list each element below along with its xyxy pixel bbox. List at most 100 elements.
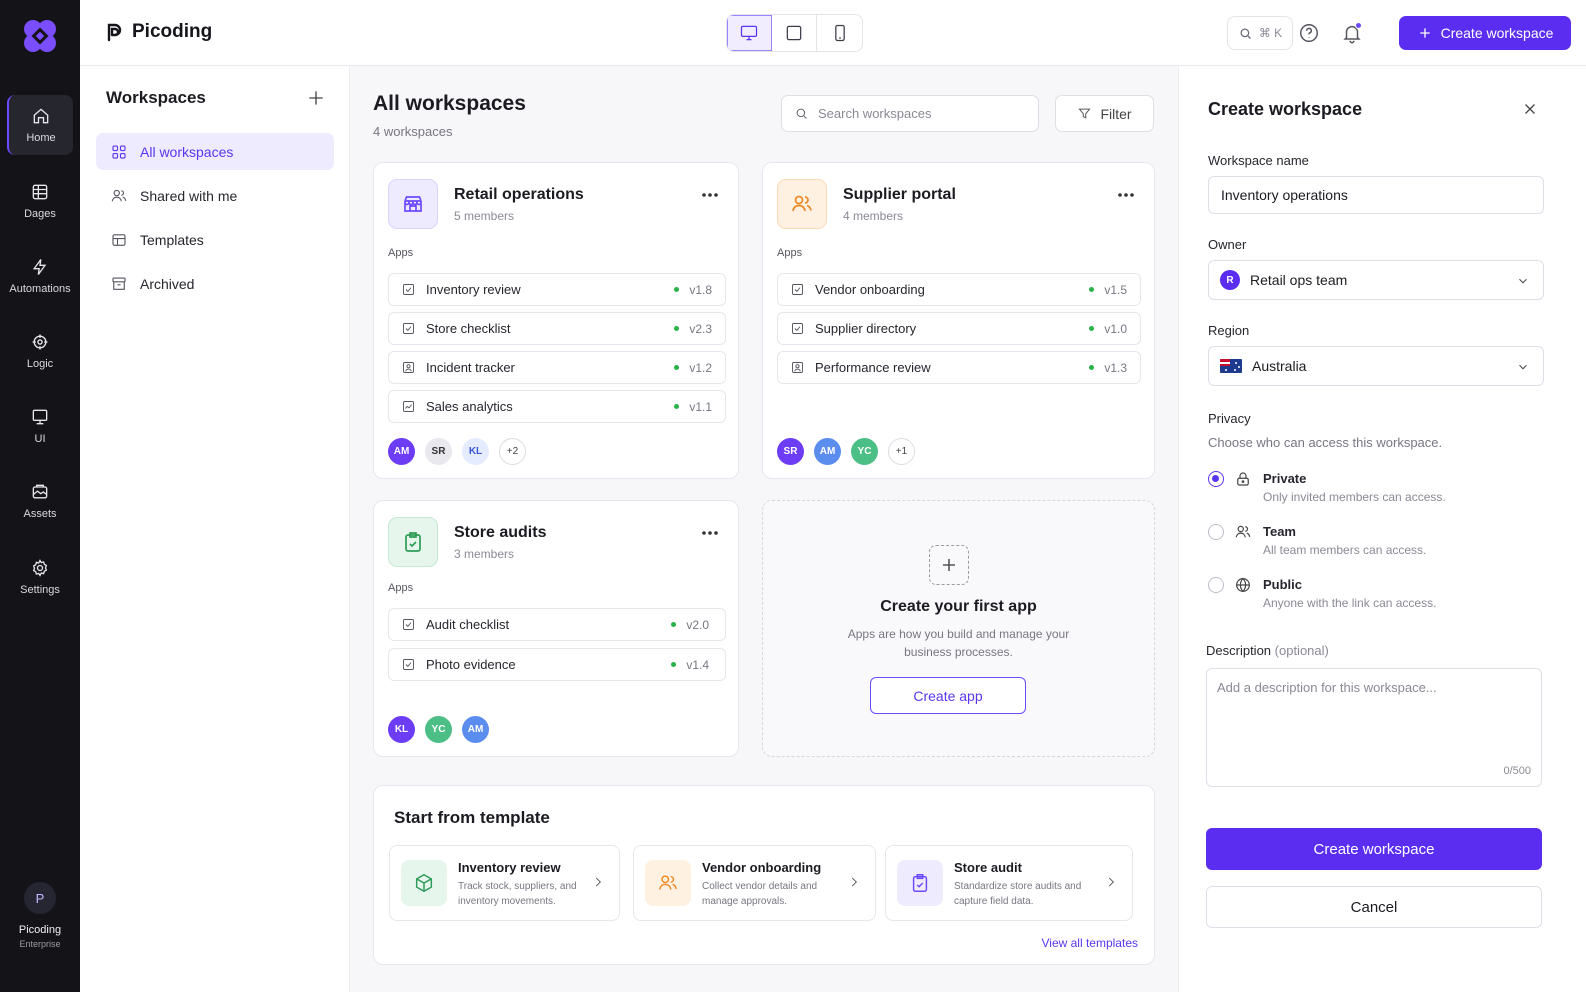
- avatar[interactable]: SR: [425, 438, 452, 465]
- checkbox-icon: [403, 659, 414, 670]
- workspace-card-store-audits[interactable]: Store audits 3 members Apps Audit checkl…: [373, 500, 739, 757]
- rail-item-automations[interactable]: Automations: [7, 246, 73, 306]
- app-row[interactable]: Inventory review v1.8: [388, 273, 726, 306]
- globe-icon: [1234, 576, 1252, 594]
- workspace-card-supplier-portal[interactable]: Supplier portal 4 members Apps Vendor on…: [762, 162, 1155, 479]
- brand-name: Picoding: [132, 21, 213, 42]
- app-row[interactable]: Sales analytics v1.1: [388, 390, 726, 423]
- workspace-members: 5 members: [454, 209, 515, 223]
- version-text: v1.0: [1104, 321, 1127, 336]
- app-row[interactable]: Supplier directory v1.0: [777, 312, 1141, 345]
- sidebar-item-templates[interactable]: Templates: [96, 221, 334, 258]
- help-icon: [1300, 24, 1318, 42]
- more-members-badge[interactable]: +2: [499, 438, 526, 465]
- tablet-view-button[interactable]: [772, 15, 817, 51]
- store-icon: [388, 179, 438, 229]
- sidebar-item-shared[interactable]: Shared with me: [96, 177, 334, 214]
- brand[interactable]: Picoding: [104, 21, 212, 43]
- app-row[interactable]: Vendor onboarding v1.5: [777, 273, 1141, 306]
- rail-item-dages[interactable]: Dages: [7, 171, 73, 231]
- view-all-templates-link[interactable]: View all templates: [1042, 936, 1139, 950]
- empty-title: Create your first app: [880, 598, 1037, 615]
- more-options-button[interactable]: [700, 185, 720, 205]
- privacy-option-public[interactable]: Public Anyone with the link can access.: [1208, 575, 1548, 615]
- option-title: Public: [1263, 577, 1303, 592]
- app-row[interactable]: Incident tracker v1.2: [388, 351, 726, 384]
- desktop-view-button[interactable]: [727, 15, 772, 51]
- avatar[interactable]: YC: [851, 438, 878, 465]
- add-icon: [929, 545, 969, 585]
- rail-item-assets[interactable]: Assets: [7, 471, 73, 531]
- users-icon: [777, 179, 827, 229]
- workspace-name: Retail operations: [454, 186, 584, 203]
- avatar[interactable]: SR: [777, 438, 804, 465]
- version-text: v1.8: [689, 282, 712, 297]
- close-panel-button[interactable]: [1521, 100, 1539, 118]
- filter-button[interactable]: Filter: [1055, 95, 1154, 132]
- more-options-button[interactable]: [700, 523, 720, 543]
- cancel-button[interactable]: Cancel: [1206, 886, 1542, 928]
- avatar[interactable]: AM: [462, 716, 489, 743]
- more-members-badge[interactable]: +1: [888, 438, 915, 465]
- rail-item-logic[interactable]: Logic: [7, 321, 73, 381]
- mobile-view-button[interactable]: [817, 15, 862, 51]
- app-row[interactable]: Photo evidence v1.4: [388, 648, 726, 681]
- privacy-option-team[interactable]: Team All team members can access.: [1208, 522, 1548, 562]
- workspace-card-retail-operations[interactable]: Retail operations 5 members Apps Invento…: [373, 162, 739, 479]
- create-workspace-button[interactable]: Create workspace: [1399, 16, 1571, 50]
- radio-button[interactable]: [1208, 471, 1224, 487]
- logic-icon: [32, 334, 48, 350]
- radio-button[interactable]: [1208, 577, 1224, 593]
- top-bar: Picoding ⌘ K Create workspace: [80, 0, 1586, 66]
- avatar[interactable]: AM: [814, 438, 841, 465]
- status-dot: [674, 404, 680, 409]
- avatar[interactable]: YC: [425, 716, 452, 743]
- create-app-button[interactable]: Create app: [870, 677, 1026, 714]
- apps-label: Apps: [777, 247, 803, 259]
- avatar[interactable]: KL: [388, 716, 415, 743]
- app-logo[interactable]: [22, 18, 58, 54]
- checkbox-icon: [792, 323, 803, 334]
- app-row[interactable]: Performance review v1.3: [777, 351, 1141, 384]
- app-row[interactable]: Store checklist v2.3: [388, 312, 726, 345]
- privacy-option-private[interactable]: Private Only invited members can access.: [1208, 469, 1548, 509]
- search-input[interactable]: [818, 106, 1018, 121]
- chevron-down-icon: [1516, 274, 1530, 288]
- rail-item-home[interactable]: Home: [7, 95, 73, 155]
- command-search-button[interactable]: ⌘ K: [1227, 16, 1293, 50]
- apps-label: Apps: [388, 582, 414, 594]
- rail-item-settings[interactable]: Settings: [7, 547, 73, 607]
- rail-user[interactable]: P Picoding Enterprise: [0, 882, 80, 949]
- region-select[interactable]: Australia: [1208, 346, 1544, 386]
- create-workspace-submit-button[interactable]: Create workspace: [1206, 828, 1542, 870]
- app-name: Audit checklist: [426, 617, 510, 632]
- template-card-inventory-review[interactable]: Inventory review Track stock, suppliers,…: [389, 845, 620, 921]
- lightning-icon: [32, 259, 47, 275]
- sidebar-item-archived[interactable]: Archived: [96, 265, 334, 302]
- avatar[interactable]: AM: [388, 438, 415, 465]
- description-label-text: Description: [1206, 643, 1272, 658]
- template-card-store-audit[interactable]: Store audit Standardize store audits and…: [885, 845, 1133, 921]
- template-card-vendor-onboarding[interactable]: Vendor onboarding Collect vendor details…: [633, 845, 876, 921]
- radio-button[interactable]: [1208, 524, 1224, 540]
- more-options-button[interactable]: [1116, 185, 1136, 205]
- add-workspace-button[interactable]: [306, 88, 326, 108]
- rail-item-ui[interactable]: UI: [7, 396, 73, 456]
- app-row[interactable]: Audit checklist v2.0: [388, 608, 726, 641]
- workspace-search[interactable]: [781, 95, 1039, 132]
- checkbox-icon: [792, 284, 803, 295]
- workspace-name-field[interactable]: [1208, 176, 1544, 214]
- avatar[interactable]: KL: [462, 438, 489, 465]
- australia-flag-icon: [1220, 359, 1242, 373]
- description-input[interactable]: [1207, 669, 1541, 786]
- member-avatars: SR AM YC +1: [777, 438, 915, 465]
- tablet-icon: [786, 25, 802, 41]
- template-description: Track stock, suppliers, and inventory mo…: [458, 881, 577, 907]
- help-button[interactable]: [1298, 22, 1320, 44]
- sidebar-item-all-workspaces[interactable]: All workspaces: [96, 133, 334, 170]
- option-description: All team members can access.: [1263, 543, 1427, 557]
- owner-select[interactable]: R Retail ops team: [1208, 260, 1544, 300]
- notifications-button[interactable]: [1341, 22, 1363, 44]
- version-text: v1.1: [689, 399, 712, 414]
- templates-title: Start from template: [394, 808, 550, 827]
